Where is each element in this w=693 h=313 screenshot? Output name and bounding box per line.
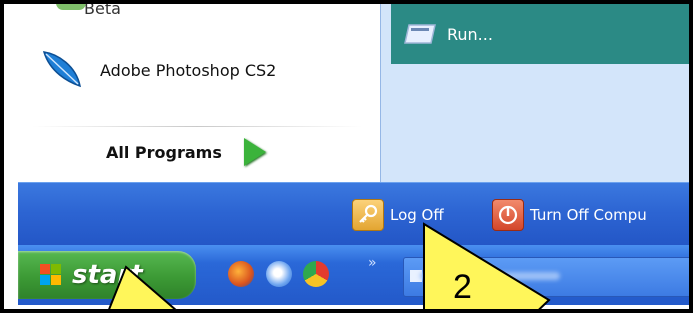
annotation-number: 2	[453, 268, 472, 306]
chrome-icon[interactable]	[303, 261, 329, 287]
annotation-callout-2	[423, 222, 551, 309]
screenshot-frame: Beta Adobe Photoshop CS2 All Programs Ru…	[0, 0, 693, 313]
start-menu-item-photoshop[interactable]: Adobe Photoshop CS2	[38, 50, 276, 90]
key-icon	[352, 199, 384, 231]
app-icon	[56, 4, 86, 10]
all-programs-label: All Programs	[106, 142, 222, 162]
all-programs-button[interactable]: All Programs	[32, 126, 372, 174]
annotation-callout-1	[108, 265, 177, 309]
run-label: Run...	[447, 24, 493, 44]
run-icon	[404, 24, 436, 44]
start-menu-places-pane: Run...	[380, 4, 689, 182]
start-menu-programs-pane: Beta Adobe Photoshop CS2 All Programs	[18, 4, 380, 182]
start-menu-item-beta[interactable]: Beta	[38, 0, 121, 28]
start-menu-item-label: Adobe Photoshop CS2	[100, 60, 277, 80]
run-menu-item[interactable]: Run...	[391, 4, 689, 64]
start-menu-item-label: Beta	[84, 0, 121, 18]
windows-flag-icon	[40, 264, 62, 286]
quick-launch-overflow-button[interactable]: »	[368, 255, 377, 271]
photoshop-feather-icon	[42, 51, 81, 88]
divider	[32, 126, 362, 127]
green-arrow-icon	[243, 138, 266, 166]
